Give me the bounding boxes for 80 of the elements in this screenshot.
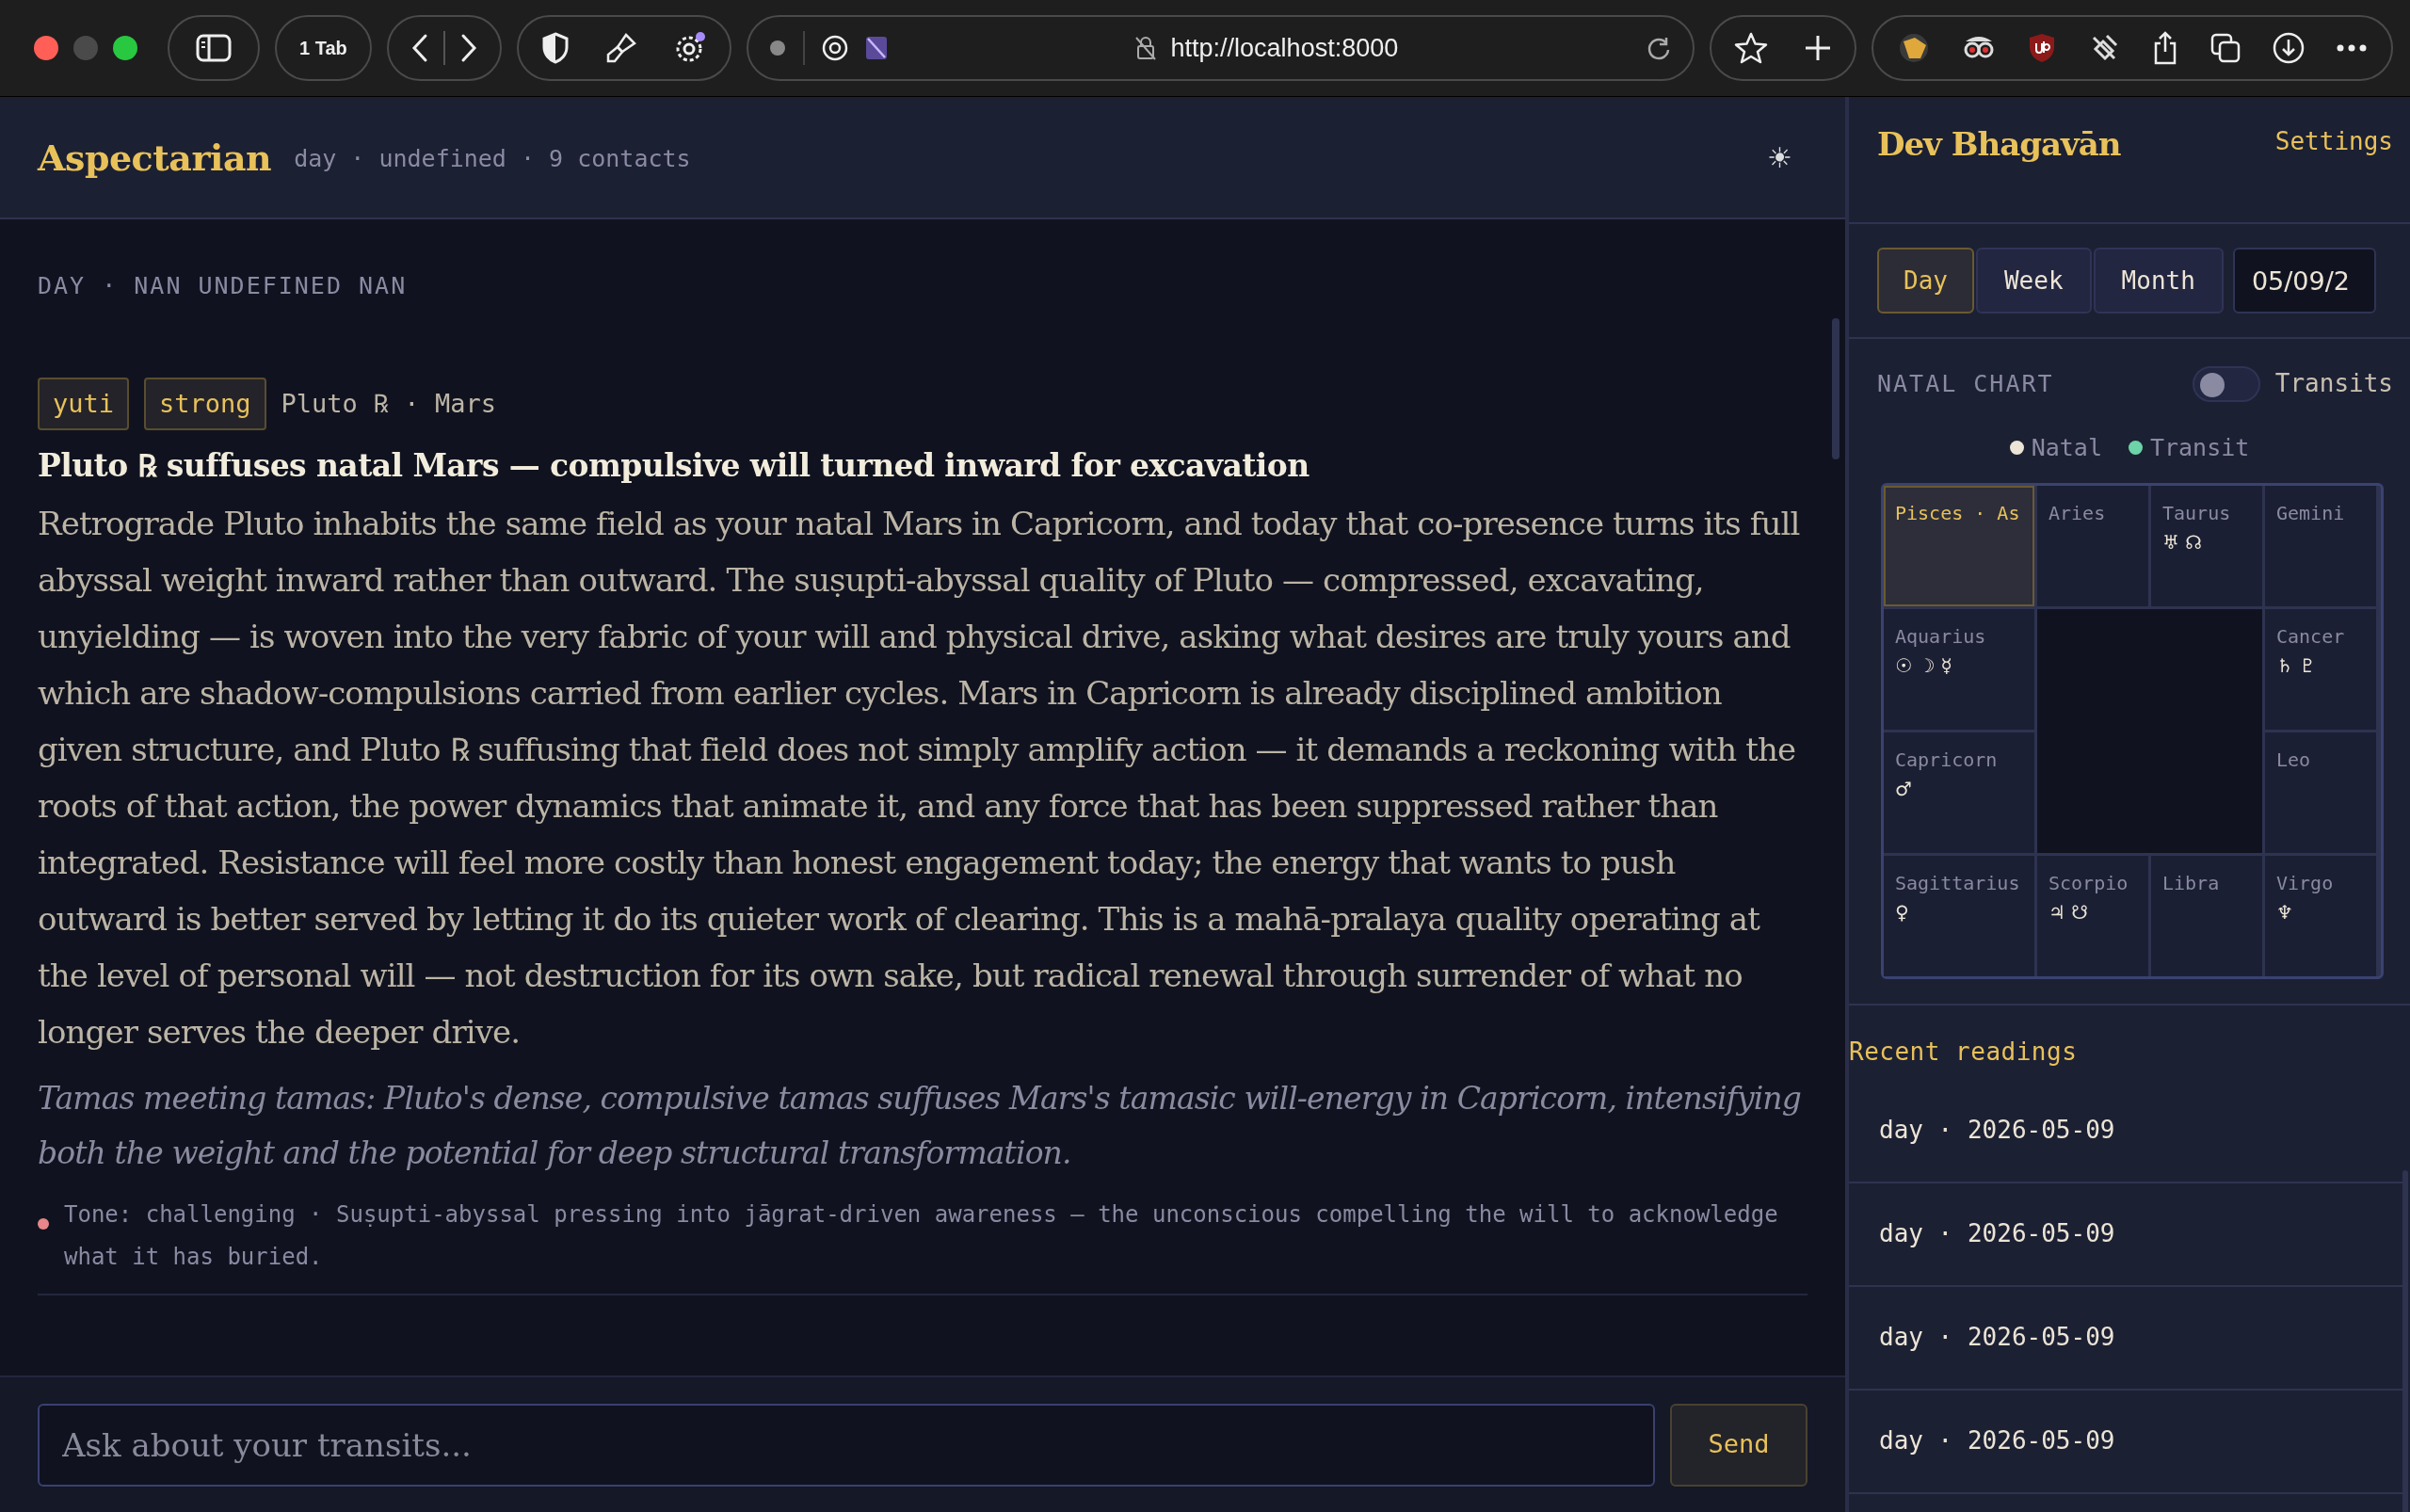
recent-reading-item[interactable]: day · 2026-05-09 [1849, 1079, 2402, 1183]
sign-name: Gemini [2276, 500, 2346, 526]
message-input[interactable]: Ask about your transits... [38, 1403, 1655, 1487]
theme-toggle-button[interactable]: ☀ [1767, 136, 1792, 179]
sign-name: Pisces · As [1895, 500, 2021, 526]
period-tab[interactable]: Day [1877, 248, 1974, 314]
sign-cell[interactable]: Aquarius ☉ ☽ ☿ [1884, 608, 2034, 730]
tag: yuti [38, 377, 130, 430]
chart-label: NATAL CHART [1877, 368, 2054, 399]
reload-icon[interactable] [1646, 35, 1672, 61]
sign-name: Libra [2162, 870, 2221, 896]
lock-icon [1134, 36, 1156, 60]
extension-icon [864, 36, 888, 60]
more-icon [2337, 44, 2367, 52]
legend-label: Natal [2031, 433, 2102, 463]
sign-cell[interactable]: Sagittarius ♀ [1884, 855, 2034, 976]
address-bar[interactable]: http://localhost:8000 [746, 15, 1695, 81]
url-text: http://localhost:8000 [1170, 33, 1399, 63]
shield-icon [2028, 32, 2056, 64]
sign-name: Scorpio [2048, 870, 2129, 896]
send-button[interactable]: Send [1670, 1403, 1808, 1487]
planet-glyphs: ♃ ☋ [2048, 900, 2090, 924]
sign-cell[interactable]: Leo [2265, 732, 2376, 853]
header-meta: day · undefined · 9 contacts [294, 144, 691, 175]
record-icon [768, 40, 786, 56]
sign-name: Capricorn [1895, 747, 1999, 773]
sign-name: Taurus [2162, 500, 2232, 526]
close-button[interactable] [34, 36, 58, 60]
brush-icon [604, 32, 637, 64]
tabs-icon [2210, 33, 2241, 63]
transits-toggle[interactable] [2192, 365, 2260, 402]
toggle-label: Transits [2274, 368, 2393, 399]
aspect-bodies: Pluto ℞ · Mars [281, 387, 496, 420]
scrollbar[interactable] [1832, 318, 1840, 459]
sign-name: Sagittarius [1895, 870, 2021, 896]
user-name: Dev Bhagavān [1877, 125, 2121, 163]
plus-icon [1804, 34, 1832, 62]
planet-glyphs: ♂ [1895, 777, 1913, 800]
sign-cell[interactable]: Scorpio ♃ ☋ [2037, 855, 2148, 976]
settings-link[interactable]: Settings [2274, 123, 2393, 160]
period-tab[interactable]: Week [1975, 248, 2092, 314]
sign-name: Aries [2048, 500, 2107, 526]
star-icon [1734, 32, 1768, 64]
sidebar-icon [196, 34, 232, 62]
date-field[interactable]: 05/09/2 [2232, 248, 2376, 314]
sign-name: Virgo [2276, 870, 2335, 896]
reading-body: Retrograde Pluto inhabits the same field as your natal Mars in Capricorn, and today that co-presence turns its full abyssal weight inward rather than outward. The suṣupti-abyssal quality of Pluto — compressed, excavating, unyielding — is woven into the very fabric of your will and physical drive, asking what desires are truly yours and which are shadow-compulsions carried from earlier cycles. Mars in Capricorn is already disciplined ambition given structure, and Pluto ℞ suffusing that field does not simply amplify action — it demands a reckoning with the roots of that action, the power dynamics that animate it, and any force that has been suppressed rather than integrated. Resistance will feel more costly than honest engagement today; the energy that wants to push outward is better served by letting it do its quieter work of clearing. This is a mahā-pralaya quality operating at the level of personal will — not destruction for its own sake, but radical renewal through surrender of what no longer serves the deeper drive. [38, 504, 1801, 1053]
planet-glyphs: ♆ [2276, 900, 2294, 924]
sign-name: Aquarius [1895, 623, 1987, 650]
planet-glyphs: ♄ ♇ [2276, 653, 2318, 677]
sign-cell[interactable]: Capricorn ♂ [1884, 732, 2034, 853]
target-icon [821, 35, 848, 61]
reading-heading: DAY · NAN UNDEFINED NAN [38, 271, 409, 301]
period-tab[interactable]: Month [2093, 248, 2224, 314]
sign-name: Leo [2276, 747, 2312, 773]
scrollbar[interactable] [2402, 1170, 2408, 1512]
zoom-button[interactable] [113, 36, 137, 60]
tone-text: Tone: challenging · Suṣupti-abyssal pressing into jāgrat-driven awareness — the unconscious compelling the will to acknowledge what it has buried. [64, 1200, 1779, 1272]
sign-cell[interactable]: Cancer ♄ ♇ [2265, 608, 2376, 730]
back-icon [410, 33, 428, 63]
reading-title: Pluto ℞ suffuses natal Mars — compulsive will turned inward for excavation [38, 446, 1310, 486]
planet-glyphs: ♅ ☊ [2162, 530, 2204, 554]
sign-cell[interactable]: Virgo ♆ [2265, 855, 2376, 976]
sign-cell[interactable]: Libra [2151, 855, 2262, 976]
app-logo: Aspectarian [38, 136, 272, 179]
sign-cell[interactable]: Taurus ♅ ☊ [2151, 485, 2262, 606]
share-icon [2152, 31, 2178, 65]
section-title: Recent readings [1849, 1036, 2079, 1068]
shield-icon [540, 32, 570, 64]
sign-name: Cancer [2276, 623, 2346, 650]
legend-label: Transit [2149, 433, 2250, 463]
sign-cell[interactable]: Pisces · As [1884, 485, 2034, 606]
sign-cell[interactable]: Gemini [2265, 485, 2376, 606]
planet-glyphs: ♀ [1895, 900, 1910, 924]
download-icon [2273, 32, 2305, 64]
tag: strong [144, 377, 266, 430]
reading-note: Tamas meeting tamas: Pluto's dense, compulsive tamas suffuses Mars's tamasic will-energy in Capricorn, intensifying both the weight and the potential for deep structural transformation. [38, 1079, 1802, 1173]
forward-icon [459, 33, 477, 63]
sign-cell[interactable]: Aries [2037, 485, 2148, 606]
planet-glyphs: ☉ ☽ ☿ [1895, 653, 1953, 677]
